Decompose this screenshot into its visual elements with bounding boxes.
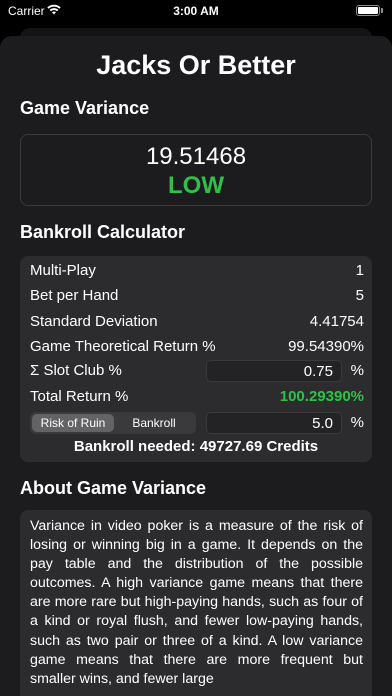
game-variance-heading: Game Variance [20, 98, 150, 118]
bet-per-hand-row[interactable]: Bet per Hand 5 [30, 284, 364, 308]
theoretical-return-value: 99.54390% [288, 338, 364, 355]
bankroll-calculator-card: Multi-Play 1 Bet per Hand 5 Standard Dev… [20, 256, 372, 462]
slot-club-unit: % [350, 362, 364, 379]
status-bar: Carrier 3:00 AM [0, 0, 392, 24]
slot-club-input[interactable]: 0.75 [206, 360, 342, 382]
bet-per-hand-value[interactable]: 5 [356, 287, 364, 304]
bankroll-calculator-heading: Bankroll Calculator [20, 222, 186, 242]
variance-value: 19.51468 [145, 143, 247, 170]
about-card: Variance in video poker is a measure of … [20, 510, 372, 696]
bankroll-needed-result: Bankroll needed: 49727.69 Credits [73, 438, 319, 455]
risk-of-ruin-value: 5.0 [312, 415, 333, 432]
battery-tip [381, 8, 383, 13]
clock: 3:00 AM [173, 4, 219, 18]
segment-bankroll[interactable]: Bankroll [114, 414, 194, 432]
risk-row: Risk of Ruin Bankroll 5.0 % [30, 411, 364, 435]
slot-club-label: Σ Slot Club % [30, 362, 122, 379]
segment-risk-of-ruin[interactable]: Risk of Ruin [32, 414, 114, 432]
about-heading: About Game Variance [20, 478, 207, 498]
bet-per-hand-label: Bet per Hand [30, 287, 119, 304]
mode-segmented-control[interactable]: Risk of Ruin Bankroll [30, 412, 196, 434]
standard-deviation-row: Standard Deviation 4.41754 [30, 310, 364, 334]
multi-play-label: Multi-Play [30, 262, 96, 279]
slot-club-row: Σ Slot Club % 0.75 % [30, 359, 364, 383]
multi-play-row[interactable]: Multi-Play 1 [30, 259, 364, 283]
standard-deviation-label: Standard Deviation [30, 313, 158, 330]
multi-play-value[interactable]: 1 [356, 262, 364, 279]
theoretical-return-row: Game Theoretical Return % 99.54390% [30, 335, 364, 359]
page-title: Jacks Or Better [96, 50, 296, 80]
variance-level: LOW [168, 172, 224, 199]
risk-of-ruin-input[interactable]: 5.0 [206, 412, 342, 434]
total-return-value: 100.29390% [279, 388, 364, 405]
variance-card: 19.51468 LOW [20, 134, 372, 206]
risk-of-ruin-unit: % [350, 414, 364, 431]
standard-deviation-value: 4.41754 [309, 313, 364, 330]
total-return-row: Total Return % 100.29390% [30, 385, 364, 409]
total-return-label: Total Return % [30, 388, 129, 405]
about-text: Variance in video poker is a measure of … [30, 518, 363, 687]
slot-club-value: 0.75 [303, 363, 333, 380]
battery-icon [356, 5, 380, 16]
theoretical-return-label: Game Theoretical Return % [30, 338, 216, 355]
